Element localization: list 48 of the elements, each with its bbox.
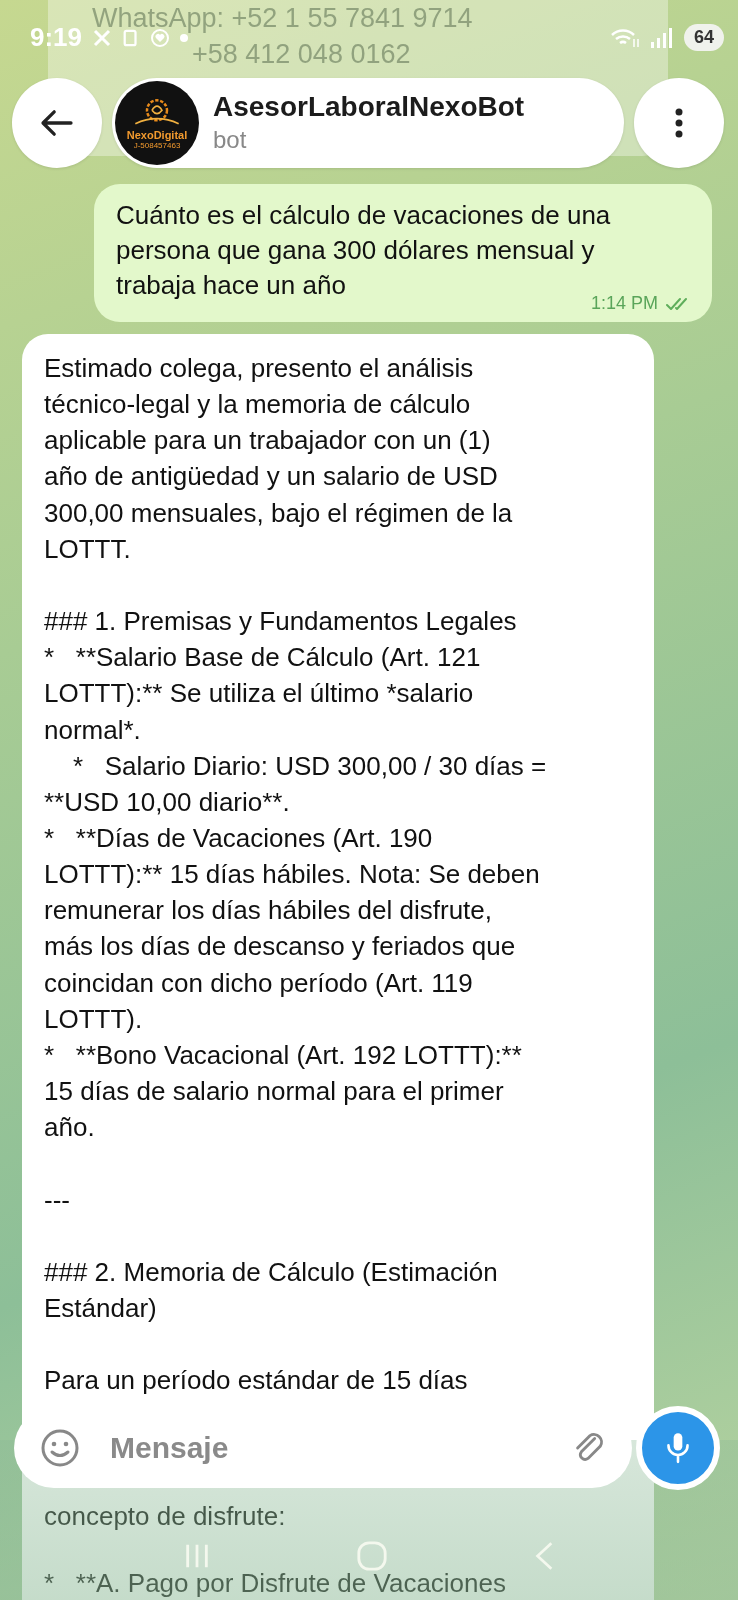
logo-brand-text: NexoDigital [126,129,188,141]
message-line: más los días de descanso y feriados que [44,930,516,964]
message-line: LOTTT):** 15 días hábiles. Nota: Se deben [44,858,540,892]
wifi-icon [609,26,640,49]
microphone-icon [665,1430,691,1466]
message-line: Para un período estándar de 15 días [44,1364,468,1398]
message-line: ### 2. Memoria de Cálculo (Estimación [44,1255,498,1289]
chat-title-bar[interactable]: NexoDigital J-508457463 AsesorLaboralNexoBot bot [112,78,624,168]
message-input-field[interactable]: Mensaje [108,1430,542,1466]
message-line: Cuánto es el cálculo de vacaciones de una [116,199,611,232]
message-line: persona que gana 300 dólares mensual y [116,234,595,267]
message-line: Estimado colega, presento el análisis [44,352,474,385]
message-line: * **Días de Vacaciones (Art. 190 [44,822,433,855]
message-line: --- [44,1183,70,1217]
message-line: Estándar) [44,1292,157,1325]
battery-badge: 64 [683,24,724,51]
logo-code-text: J-508457463 [133,141,181,151]
clock: 9:19 [30,22,83,53]
message-line: * **A. Pago por Disfrute de Vacaciones [44,1566,506,1600]
chat-name: AsesorLaboralNexoBot [213,90,525,124]
message-line: remunerar los días hábiles del disfrute, [44,894,492,928]
message-line: WhatsApp: +52 1 55 7841 9714 [92,2,474,35]
message-line: * **Bono Vacacional (Art. 192 LOTTT):** [44,1038,522,1072]
message-line: LOTTT. [44,532,131,566]
message-line: 15 días de salario normal para el primer [44,1075,504,1109]
message-line: coincidan con dicho período (Art. 119 [44,966,473,1000]
message-line: LOTTT):** Se utiliza el último *salario [44,677,474,711]
message-line: ### 1. Premisas y Fundamentos Legales [44,605,517,639]
message-line: * Salario Diario: USD 300,00 / 30 días = [71,749,547,783]
dot-icon [180,33,189,42]
signal-icon [649,26,674,49]
back-arrow-icon [40,109,74,137]
message-line: 300,00 mensuales, bajo el régimen de la [44,496,513,530]
more-vertical-icon [674,108,684,138]
message-line: trabaja hace un año [116,269,346,302]
message-line: técnico-legal y la memoria de cálculo [44,388,471,422]
message-line: normal*. [44,713,141,747]
message-line: **USD 10,00 diario**. [44,785,290,819]
message-line: año. [44,1111,95,1145]
chat-subtitle: bot [213,125,248,155]
message-line: aplicable para un trabajador con un (1) [44,424,491,458]
message-time: 1:14 PM [590,293,658,314]
message-line: concepto de disfrute: [44,1500,286,1534]
message-line: LOTTT). [44,1002,143,1036]
message-line: año de antigüedad y un salario de USD [44,460,498,494]
message-line: * **Salario Base de Cálculo (Art. 121 [44,641,481,675]
emoji-icon[interactable] [40,1428,80,1468]
message-line: +58 412 048 0162 [192,38,411,71]
